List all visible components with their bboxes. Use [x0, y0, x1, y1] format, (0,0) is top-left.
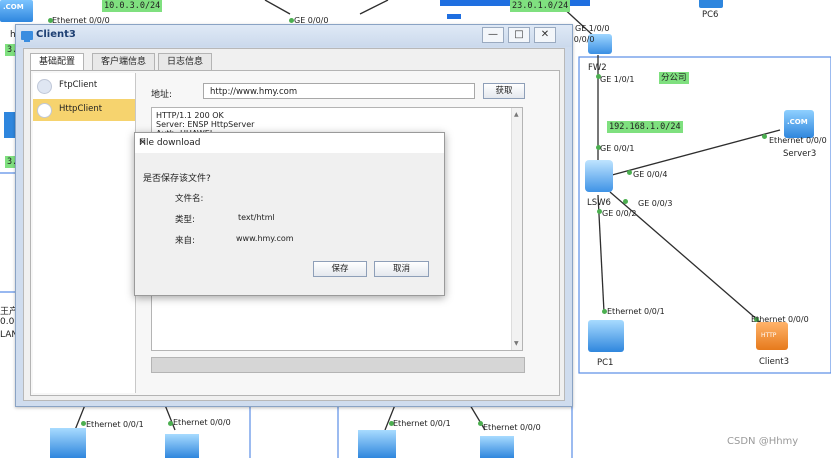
- device-label-client3: Client3: [759, 357, 790, 367]
- link-lsw6-server3: [611, 129, 781, 176]
- device-label-server3: Server3: [783, 149, 817, 159]
- app-icon: [21, 31, 33, 42]
- http-client-icon: [37, 103, 52, 118]
- client-icon[interactable]: [480, 436, 514, 458]
- file-download-dialog[interactable]: File download ✕ 是否保存该文件? 文件名: 类型: text/h…: [134, 132, 445, 296]
- network-label-192-168-1: 192.168.1.0/24: [607, 121, 683, 133]
- port-label: Ethernet 0/0/1: [607, 307, 665, 316]
- network-label-23-0-1: 23.0.1.0/24: [510, 0, 571, 12]
- scroll-down-icon[interactable]: ▼: [514, 339, 519, 348]
- close-icon: ✕: [540, 29, 550, 40]
- port-label: GE 0/0/2: [602, 209, 637, 218]
- device-label-pc1: PC1: [597, 358, 614, 368]
- port-label: Ethernet 0/0/0: [769, 136, 827, 145]
- port-label: GE 0/0/3: [638, 199, 673, 208]
- response-scrollbar[interactable]: ▲ ▼: [511, 108, 522, 350]
- zone-label-branch: 分公司: [659, 72, 689, 84]
- port-label: Ethernet 0/0/1: [86, 420, 144, 429]
- type-value: text/html: [238, 213, 275, 222]
- type-label: 类型:: [175, 215, 195, 225]
- watermark: CSDN @Hhmy: [727, 436, 799, 447]
- port-dot: [623, 199, 628, 204]
- maximize-icon: □: [514, 29, 524, 40]
- port-dot: [289, 18, 294, 23]
- device-label-pc6: PC6: [702, 10, 719, 20]
- from-value: www.hmy.com: [236, 234, 294, 243]
- dialog-titlebar[interactable]: File download ✕: [135, 133, 444, 153]
- device-label-lsw6: LSW6: [587, 198, 611, 208]
- pc-icon[interactable]: [358, 430, 396, 458]
- pc-icon-pc1[interactable]: [588, 320, 624, 352]
- port-dot: [627, 170, 632, 175]
- cancel-button[interactable]: 取消: [374, 261, 429, 277]
- port-label: Ethernet 0/0/0: [483, 423, 541, 432]
- scroll-up-icon[interactable]: ▲: [514, 110, 519, 119]
- port-dot: [48, 18, 53, 23]
- device-label-fw2: FW2: [588, 63, 607, 73]
- from-label: 来自:: [175, 236, 195, 246]
- maximize-button[interactable]: □: [508, 27, 530, 43]
- port-label: Ethernet 0/0/1: [393, 419, 451, 428]
- window-title: Client3: [36, 29, 76, 40]
- filename-label: 文件名:: [175, 194, 204, 204]
- fragment-label: 0.0: [0, 317, 15, 327]
- com-icon-text: .COM: [3, 3, 24, 11]
- window-titlebar[interactable]: Client3 — □ ✕: [16, 25, 572, 47]
- tab-log-info[interactable]: 日志信息: [158, 53, 213, 71]
- fetch-button[interactable]: 获取: [483, 83, 525, 99]
- status-bar: [151, 357, 525, 373]
- tab-client-info[interactable]: 客户端信息: [92, 53, 156, 71]
- address-label: 地址:: [151, 90, 173, 100]
- port-label: Ethernet 0/0/0: [173, 418, 231, 427]
- client-icon-client3[interactable]: HTTP: [756, 322, 788, 350]
- save-button[interactable]: 保存: [313, 261, 367, 277]
- client-type-list: FtpClient HttpClient: [33, 73, 136, 393]
- server-icon-topleft[interactable]: .COM: [0, 0, 33, 22]
- save-question: 是否保存该文件?: [143, 174, 211, 184]
- port-dot: [762, 134, 767, 139]
- port-label: GE 1/0/0: [575, 24, 610, 33]
- network-label-10-0-3: 10.0.3.0/24: [102, 0, 163, 12]
- http-icon-text: HTTP: [761, 332, 777, 339]
- minimize-button[interactable]: —: [482, 27, 504, 43]
- close-button[interactable]: ✕: [534, 27, 556, 43]
- dialog-close-icon[interactable]: ✕: [139, 138, 438, 148]
- port-label: GE 0/0/4: [633, 170, 668, 179]
- list-item-httpclient[interactable]: HttpClient: [33, 99, 135, 121]
- port-label: GE 0/0/1: [600, 144, 635, 153]
- pc-icon[interactable]: [699, 0, 723, 8]
- url-input[interactable]: http://www.hmy.com: [203, 83, 475, 99]
- client-icon[interactable]: [165, 434, 199, 458]
- list-item-label: HttpClient: [59, 104, 103, 114]
- ftp-client-icon: [37, 79, 52, 94]
- list-item-label: FtpClient: [59, 80, 98, 90]
- com-icon-text: .COM: [787, 118, 808, 126]
- pc-icon[interactable]: [50, 428, 86, 458]
- port-label: GE 1/0/1: [600, 75, 635, 84]
- list-item-ftpclient[interactable]: FtpClient: [33, 75, 135, 97]
- switch-icon[interactable]: [585, 160, 613, 192]
- response-line: Server: ENSP HttpServer: [156, 120, 255, 129]
- minimize-icon: —: [488, 29, 498, 40]
- server-icon-server3[interactable]: .COM: [784, 110, 814, 138]
- response-line: HTTP/1.1 200 OK: [156, 111, 224, 120]
